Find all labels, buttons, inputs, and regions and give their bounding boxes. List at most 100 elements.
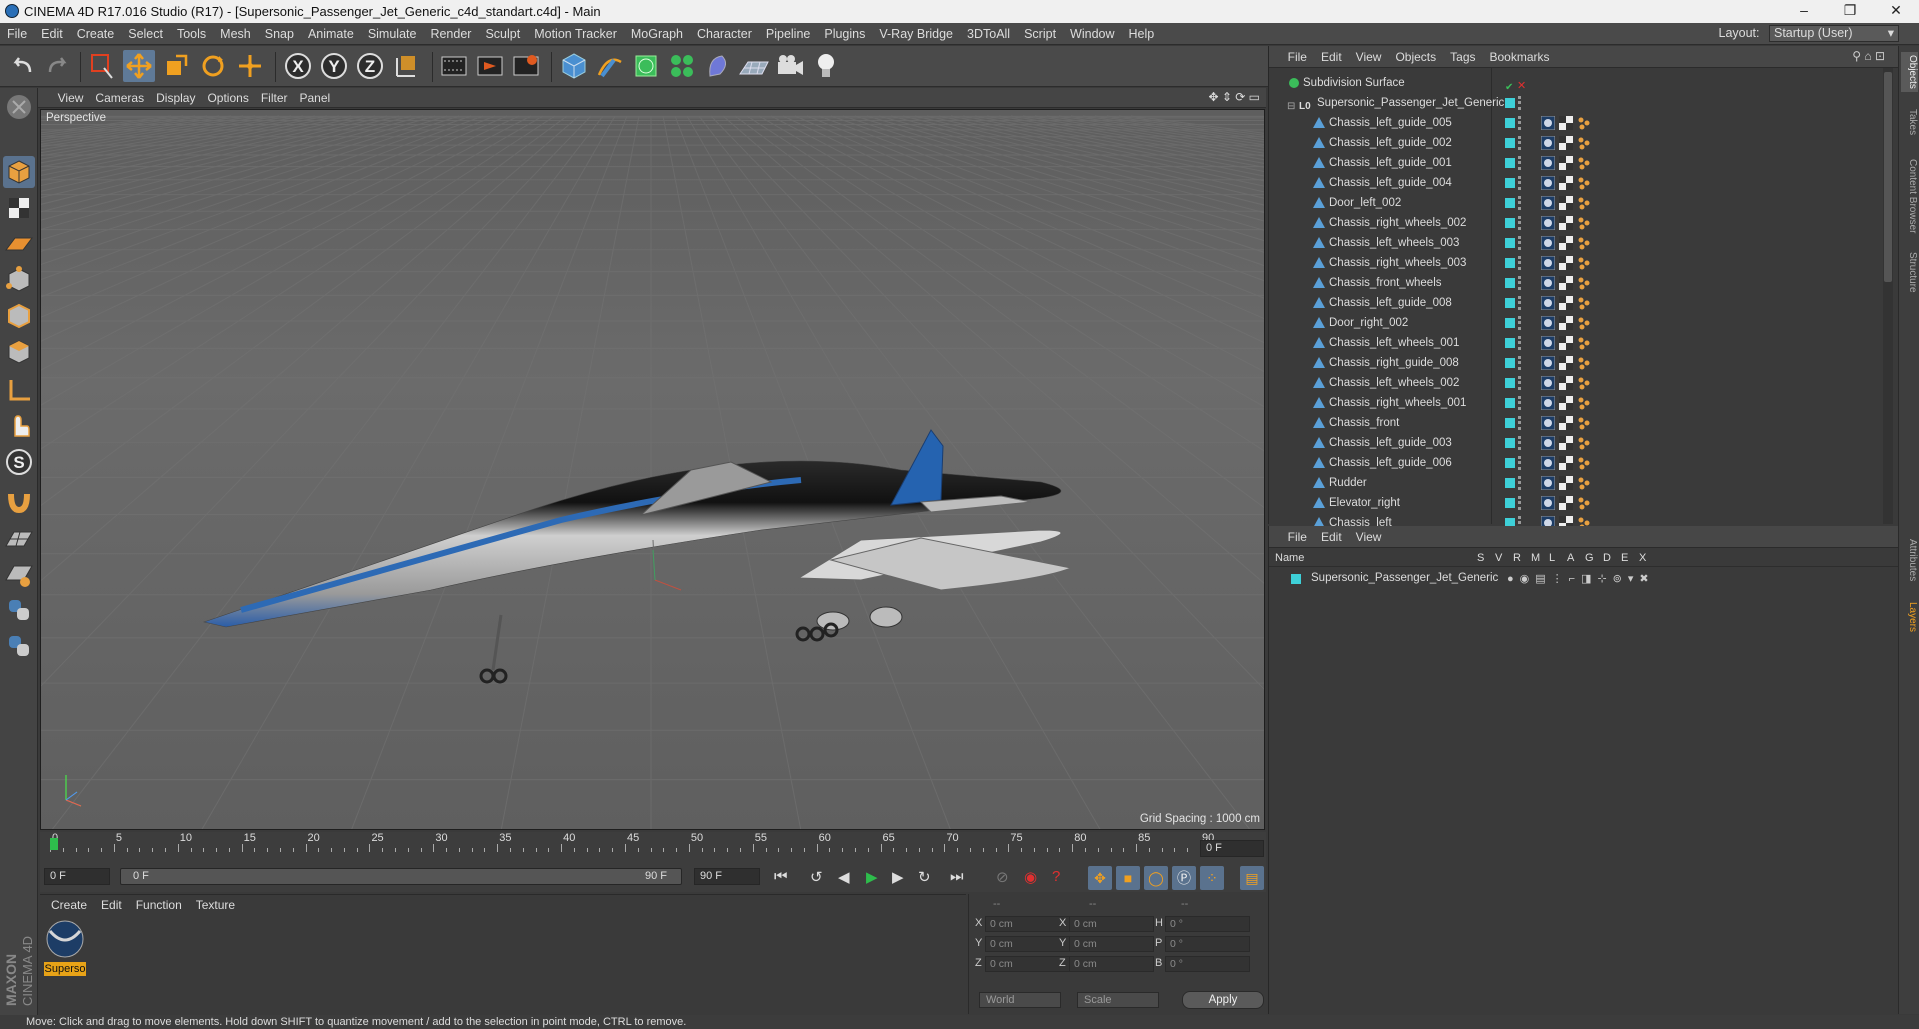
texture-tag-icon[interactable] [1559, 496, 1573, 510]
viewport-menu-display[interactable]: Display [150, 88, 201, 108]
floor-icon[interactable] [738, 50, 770, 82]
material-tag-icon[interactable] [1540, 275, 1556, 291]
texture-tag-icon[interactable] [1559, 256, 1573, 270]
visibility-dots[interactable] [1518, 136, 1522, 150]
coord-c-field[interactable]: 0 ° [1165, 936, 1250, 952]
visibility-dots[interactable] [1518, 256, 1522, 270]
texture-tag-icon[interactable] [1559, 356, 1573, 370]
live-selection-icon[interactable] [86, 50, 118, 82]
object-manager-scrollbar[interactable] [1883, 68, 1893, 524]
material-tag-icon[interactable] [1540, 335, 1556, 351]
object-menu-edit[interactable]: Edit [1314, 46, 1349, 68]
phong-tag-icon[interactable] [1577, 196, 1591, 210]
object-row[interactable]: Rudder [1269, 473, 1881, 493]
tab-structure[interactable]: Structure [1901, 244, 1918, 300]
current-frame-field[interactable]: 0 F [1200, 840, 1264, 857]
menu-3dtoall[interactable]: 3DToAll [960, 23, 1017, 45]
phong-tag-icon[interactable] [1577, 436, 1591, 450]
snapping-icon[interactable]: S [3, 446, 35, 478]
visibility-dots[interactable] [1518, 276, 1522, 290]
frame-range-slider[interactable]: 0 F 90 F [120, 868, 682, 885]
object-menu-file[interactable]: File [1281, 46, 1314, 68]
viewport-nav-icons[interactable]: ✥ ⇕ ⟳ ▭ [1208, 90, 1260, 104]
tab-objects[interactable]: Objects [1901, 52, 1918, 92]
viewport-menu-panel[interactable]: Panel [294, 88, 337, 108]
coord-a-field[interactable]: 0 cm [985, 936, 1070, 952]
viewport-menu-view[interactable]: View [52, 88, 90, 108]
layer-flag-icons[interactable]: ●◉▤⋮⌐◨⊹⊚▾✖ [1507, 572, 1655, 585]
visibility-dots[interactable] [1518, 476, 1522, 490]
menu-character[interactable]: Character [690, 23, 759, 45]
visibility-dots[interactable] [1518, 96, 1522, 110]
object-row[interactable]: Chassis_right_wheels_002 [1269, 213, 1881, 233]
material-tag-icon[interactable] [1540, 195, 1556, 211]
material-menu-texture[interactable]: Texture [189, 895, 242, 915]
close-button[interactable]: ✕ [1873, 0, 1919, 23]
tab-takes[interactable]: Takes [1901, 104, 1918, 140]
menu-snap[interactable]: Snap [258, 23, 301, 45]
tab-attributes[interactable]: Attributes [1901, 530, 1918, 590]
coordinate-mode-dropdown[interactable]: World [979, 992, 1061, 1008]
viewport-menu-options[interactable]: Options [201, 88, 254, 108]
material-menu-create[interactable]: Create [44, 895, 94, 915]
tree-root-row[interactable]: Subdivision Surface ✔ ✕ [1269, 73, 1881, 93]
object-row[interactable]: Chassis_left_guide_005 [1269, 113, 1881, 133]
layer-menu-file[interactable]: File [1281, 526, 1314, 548]
visibility-dots[interactable] [1518, 456, 1522, 470]
object-menu-objects[interactable]: Objects [1388, 46, 1443, 68]
texture-tag-icon[interactable] [1559, 316, 1573, 330]
make-editable-icon[interactable] [3, 91, 35, 123]
object-row[interactable]: Chassis_left_guide_006 [1269, 453, 1881, 473]
magnet-icon[interactable] [3, 484, 35, 516]
light-icon[interactable] [810, 50, 842, 82]
layer-menu-view[interactable]: View [1349, 526, 1389, 548]
material-tag-icon[interactable] [1540, 415, 1556, 431]
visibility-dots[interactable] [1518, 196, 1522, 210]
subdivision-surface-icon[interactable] [630, 50, 662, 82]
menu-motion-tracker[interactable]: Motion Tracker [527, 23, 624, 45]
texture-tag-icon[interactable] [1559, 196, 1573, 210]
polygons-mode-icon[interactable] [3, 336, 35, 368]
next-frame-icon[interactable]: ▶ [892, 868, 904, 886]
menu-simulate[interactable]: Simulate [361, 23, 424, 45]
undo-icon[interactable] [6, 50, 38, 82]
material-menu-edit[interactable]: Edit [94, 895, 129, 915]
texture-tag-icon[interactable] [1559, 376, 1573, 390]
layer-row[interactable]: Supersonic_Passenger_Jet_Generic ●◉▤⋮⌐◨⊹… [1269, 570, 1899, 588]
tab-content-browser[interactable]: Content Browser [1901, 150, 1918, 242]
material-tag-icon[interactable] [1540, 395, 1556, 411]
x-axis-lock-icon[interactable]: X [282, 50, 314, 82]
phong-tag-icon[interactable] [1577, 416, 1591, 430]
material-swatch[interactable]: Superso [44, 919, 86, 976]
material-tag-icon[interactable] [1540, 155, 1556, 171]
camera-icon[interactable] [774, 50, 806, 82]
coord-a-field[interactable]: 0 cm [985, 916, 1070, 932]
redo-icon[interactable] [42, 50, 74, 82]
phong-tag-icon[interactable] [1577, 476, 1591, 490]
coordinate-system-icon[interactable] [391, 50, 423, 82]
menu-animate[interactable]: Animate [301, 23, 361, 45]
texture-tag-icon[interactable] [1559, 336, 1573, 350]
coord-a-field[interactable]: 0 cm [985, 956, 1070, 972]
cloner-icon[interactable] [666, 50, 698, 82]
menu-plugins[interactable]: Plugins [817, 23, 872, 45]
material-tag-icon[interactable] [1540, 355, 1556, 371]
menu-create[interactable]: Create [70, 23, 122, 45]
material-tag-icon[interactable] [1540, 495, 1556, 511]
material-tag-icon[interactable] [1540, 235, 1556, 251]
start-frame-field[interactable]: 0 F [44, 868, 110, 885]
material-tag-icon[interactable] [1540, 315, 1556, 331]
timeline-window-icon[interactable]: ▤ [1240, 866, 1264, 890]
menu-pipeline[interactable]: Pipeline [759, 23, 817, 45]
texture-tag-icon[interactable] [1559, 216, 1573, 230]
y-axis-lock-icon[interactable]: Y [318, 50, 350, 82]
minimize-button[interactable]: – [1781, 0, 1827, 23]
object-row[interactable]: Chassis_left_guide_008 [1269, 293, 1881, 313]
menu-help[interactable]: Help [1122, 23, 1162, 45]
phong-tag-icon[interactable] [1577, 156, 1591, 170]
menu-window[interactable]: Window [1063, 23, 1121, 45]
coord-b-field[interactable]: 0 cm [1069, 916, 1154, 932]
layout-dropdown[interactable]: Startup (User) [1769, 25, 1899, 42]
phong-tag-icon[interactable] [1577, 336, 1591, 350]
prev-frame-icon[interactable]: ◀ [838, 868, 850, 886]
